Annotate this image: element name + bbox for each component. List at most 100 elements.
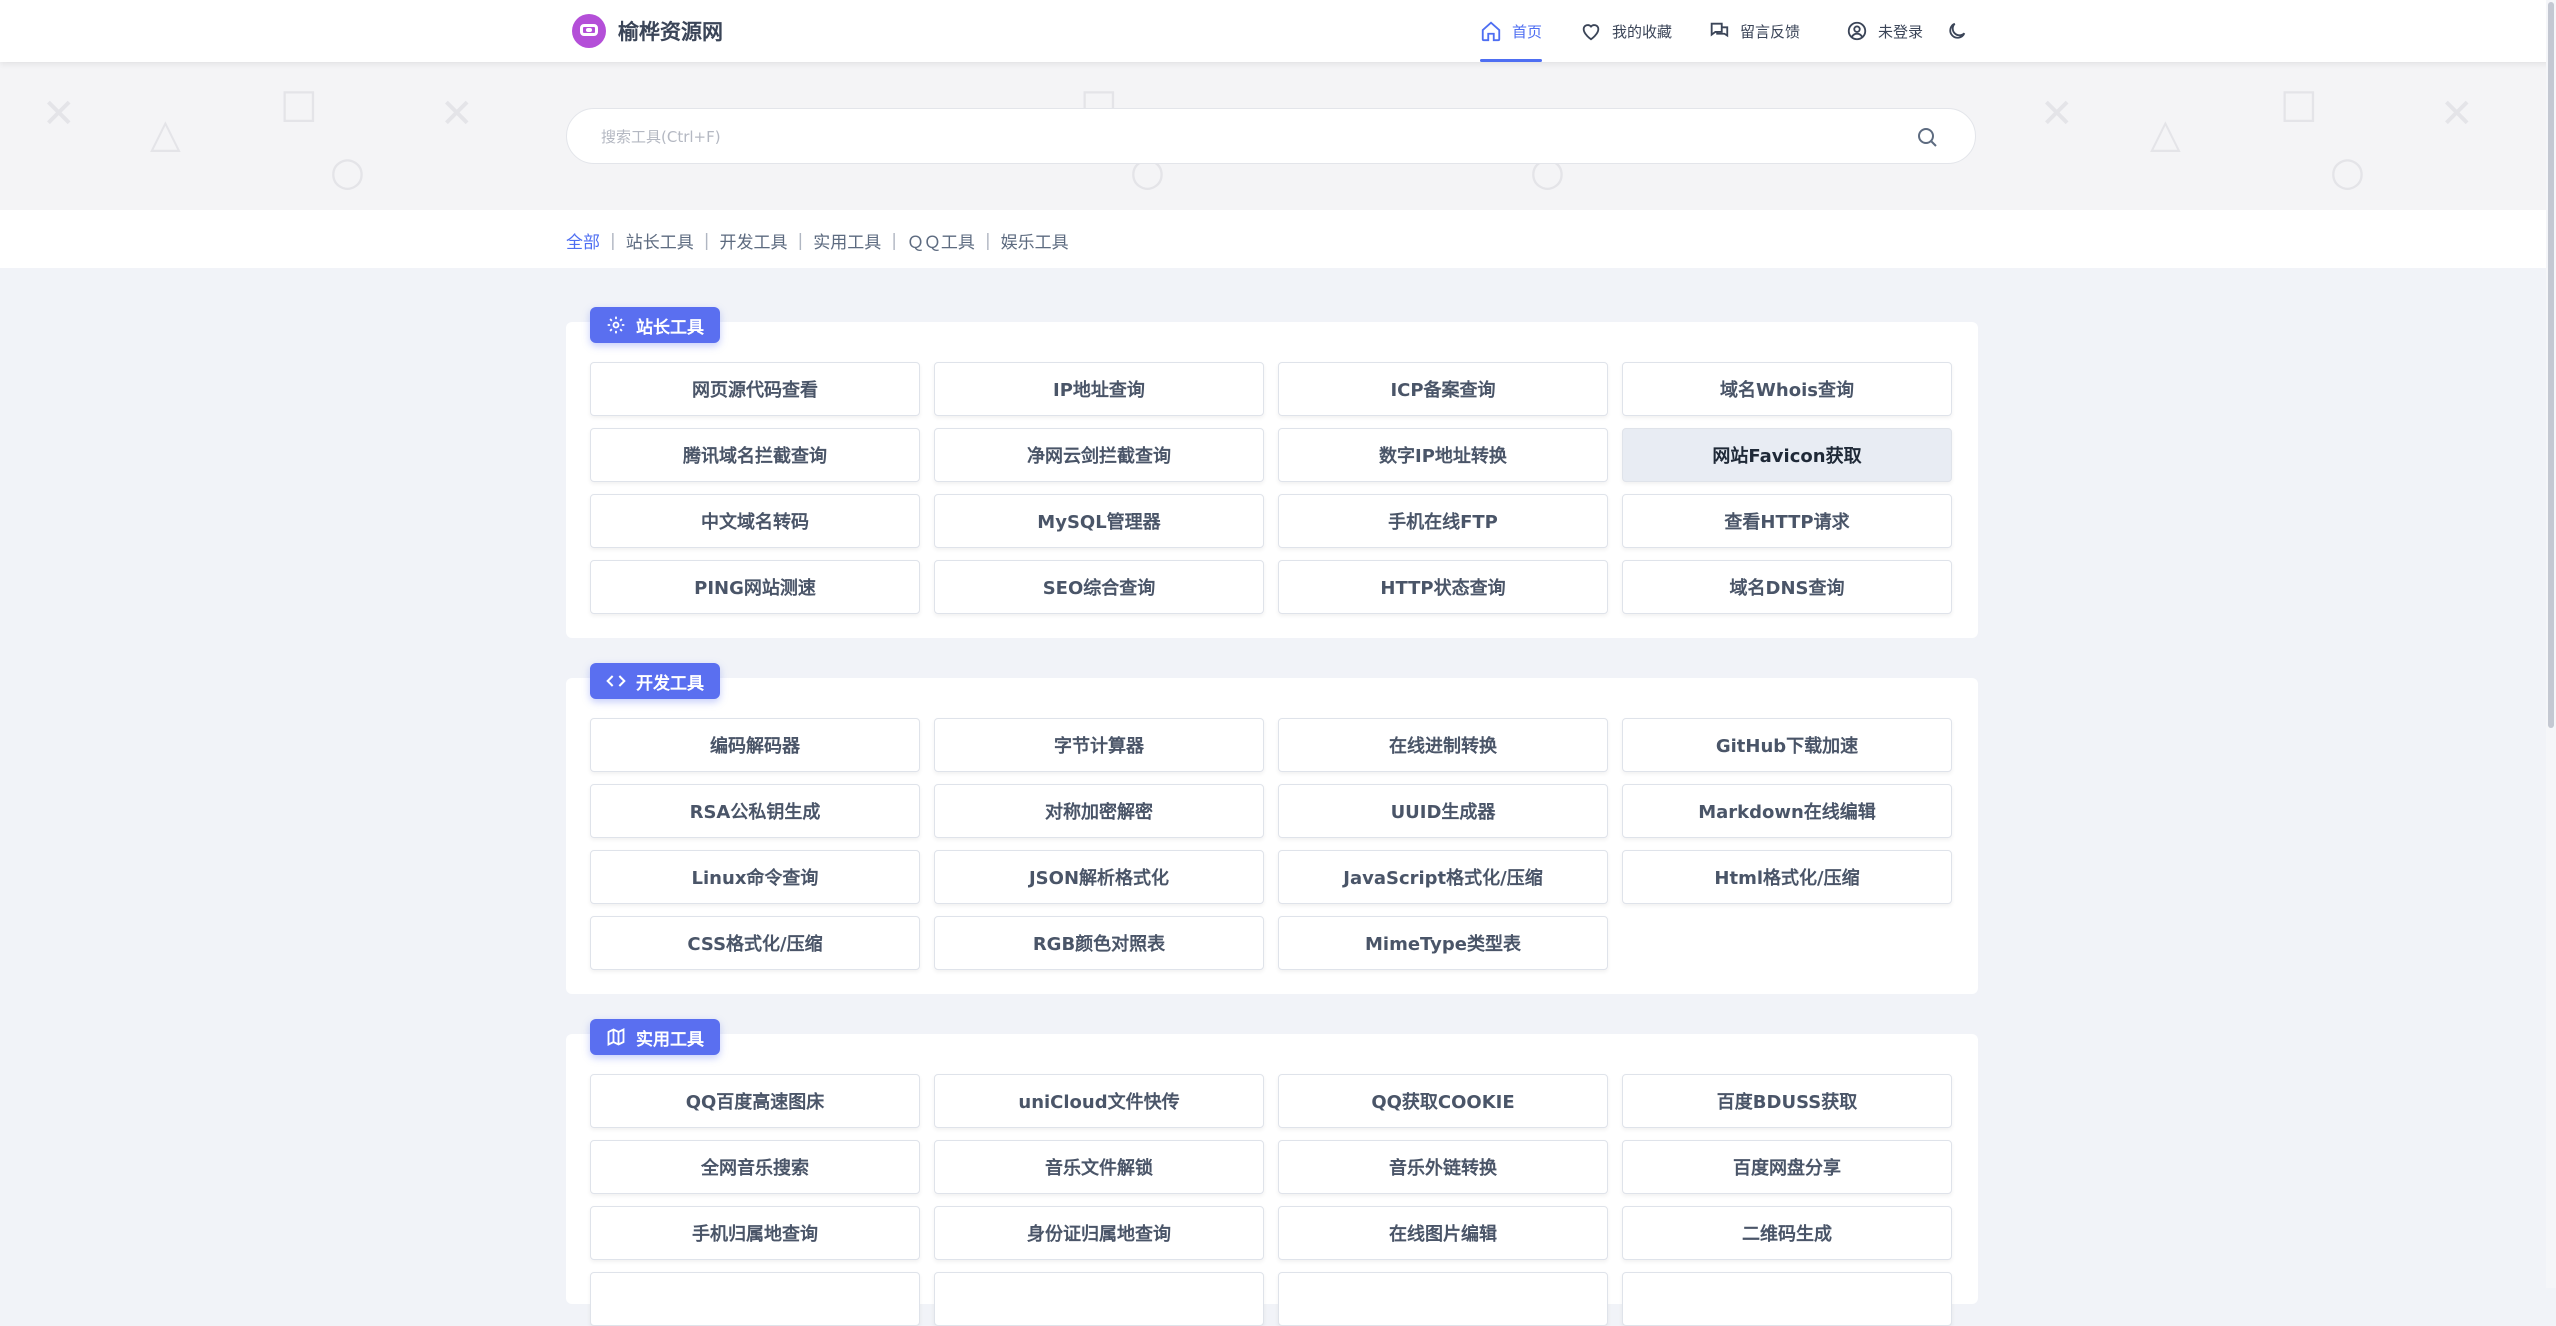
- tool-card[interactable]: 腾讯域名拦截查询: [590, 428, 920, 482]
- tool-card[interactable]: 在线图片编辑: [1278, 1206, 1608, 1260]
- search-hero: ✕ △ □ ○ ✕ □ ○ ○ ✕ △ □ ○ ✕: [0, 62, 2556, 210]
- tool-card[interactable]: IP地址查询: [934, 362, 1264, 416]
- tool-card[interactable]: RGB颜色对照表: [934, 916, 1264, 970]
- tool-card[interactable]: 全网音乐搜索: [590, 1140, 920, 1194]
- decor-square-icon: □: [2280, 81, 2318, 127]
- gear-icon: [606, 315, 626, 335]
- tool-card[interactable]: 身份证归属地查询: [934, 1206, 1264, 1260]
- decor-cross-icon: ✕: [42, 91, 76, 137]
- decor-triangle-icon: △: [150, 111, 181, 157]
- tool-card[interactable]: 域名DNS查询: [1622, 560, 1952, 614]
- tool-card[interactable]: CSS格式化/压缩: [590, 916, 920, 970]
- tool-card-partial[interactable]: [1622, 1272, 1952, 1326]
- nav-favorites-label: 我的收藏: [1612, 22, 1673, 41]
- section-tag-webmaster: 站长工具: [590, 307, 720, 343]
- tool-card[interactable]: Linux命令查询: [590, 850, 920, 904]
- tool-card[interactable]: HTTP状态查询: [1278, 560, 1608, 614]
- category-webmaster[interactable]: 站长工具: [626, 228, 694, 253]
- divider: |: [984, 230, 991, 251]
- section-title: 实用工具: [636, 1029, 704, 1050]
- tool-card[interactable]: 净网云剑拦截查询: [934, 428, 1264, 482]
- decor-square-icon: □: [280, 81, 318, 127]
- tool-card[interactable]: 查看HTTP请求: [1622, 494, 1952, 548]
- tool-card[interactable]: 网站Favicon获取: [1622, 428, 1952, 482]
- divider: |: [610, 230, 616, 251]
- nav-feedback[interactable]: 留言反馈: [1708, 0, 1800, 62]
- tool-card[interactable]: QQ百度高速图床: [590, 1074, 920, 1128]
- tool-card[interactable]: 在线进制转换: [1278, 718, 1608, 772]
- tool-card[interactable]: 域名Whois查询: [1622, 362, 1952, 416]
- page-scrollbar[interactable]: [2546, 0, 2556, 1288]
- tool-card[interactable]: RSA公私钥生成: [590, 784, 920, 838]
- category-all[interactable]: 全部: [566, 228, 600, 253]
- tool-card[interactable]: MySQL管理器: [934, 494, 1264, 548]
- decor-cross-icon: ✕: [440, 91, 474, 137]
- tool-card[interactable]: 编码解码器: [590, 718, 920, 772]
- divider: |: [703, 230, 710, 251]
- decor-cross-icon: ✕: [2040, 91, 2074, 137]
- chat-bubbles-icon: [1708, 20, 1730, 42]
- section-webmaster: 网页源代码查看 IP地址查询 ICP备案查询 域名Whois查询 腾讯域名拦截查…: [566, 322, 1978, 638]
- tool-card[interactable]: 音乐文件解锁: [934, 1140, 1264, 1194]
- nav-feedback-label: 留言反馈: [1740, 22, 1801, 41]
- tool-card[interactable]: JSON解析格式化: [934, 850, 1264, 904]
- category-qq[interactable]: ＱＱ工具: [907, 228, 975, 253]
- nav-login[interactable]: 未登录: [1846, 0, 1923, 62]
- tool-card[interactable]: 数字IP地址转换: [1278, 428, 1608, 482]
- search-input[interactable]: [599, 123, 1903, 151]
- tool-card[interactable]: 中文域名转码: [590, 494, 920, 548]
- brand-name: 榆桦资源网: [618, 20, 723, 44]
- search-box: [566, 108, 1976, 164]
- tool-card[interactable]: uniCloud文件快传: [934, 1074, 1264, 1128]
- heart-icon: [1580, 20, 1602, 42]
- moon-icon: [1946, 20, 1968, 42]
- tool-card[interactable]: SEO综合查询: [934, 560, 1264, 614]
- section-title: 站长工具: [636, 317, 704, 338]
- tool-card[interactable]: UUID生成器: [1278, 784, 1608, 838]
- nav-favorites[interactable]: 我的收藏: [1580, 0, 1672, 62]
- divider: |: [891, 230, 897, 251]
- brand-logo-icon: [572, 14, 606, 48]
- brand[interactable]: 榆桦资源网: [572, 12, 723, 50]
- tool-card[interactable]: Markdown在线编辑: [1622, 784, 1952, 838]
- tool-card[interactable]: 百度BDUSS获取: [1622, 1074, 1952, 1128]
- category-utility[interactable]: 实用工具: [813, 228, 881, 253]
- tool-card[interactable]: ICP备案查询: [1278, 362, 1608, 416]
- user-circle-icon: [1846, 20, 1868, 42]
- tool-card[interactable]: 网页源代码查看: [590, 362, 920, 416]
- tool-card[interactable]: 对称加密解密: [934, 784, 1264, 838]
- category-filter: 全部 | 站长工具 | 开发工具 | 实用工具 | ＱＱ工具 | 娱乐工具: [566, 228, 1069, 254]
- tool-card-partial[interactable]: [934, 1272, 1264, 1326]
- tool-card[interactable]: 字节计算器: [934, 718, 1264, 772]
- section-utility: QQ百度高速图床 uniCloud文件快传 QQ获取COOKIE 百度BDUSS…: [566, 1034, 1978, 1326]
- tool-card-partial[interactable]: [1278, 1272, 1608, 1326]
- category-dev[interactable]: 开发工具: [719, 228, 787, 253]
- tool-card[interactable]: 二维码生成: [1622, 1206, 1952, 1260]
- nav-home[interactable]: 首页: [1480, 0, 1543, 62]
- divider: |: [797, 230, 804, 251]
- section-tag-utility: 实用工具: [590, 1019, 720, 1055]
- code-icon: [606, 671, 626, 691]
- section-dev: 编码解码器 字节计算器 在线进制转换 GitHub下载加速 RSA公私钥生成 对…: [566, 678, 1978, 994]
- top-navbar: 榆桦资源网 首页 我的收藏 留言反馈 未登录: [0, 0, 2556, 62]
- tool-card[interactable]: QQ获取COOKIE: [1278, 1074, 1608, 1128]
- tool-card[interactable]: PING网站测速: [590, 560, 920, 614]
- tool-card[interactable]: JavaScript格式化/压缩: [1278, 850, 1608, 904]
- tool-card[interactable]: Html格式化/压缩: [1622, 850, 1952, 904]
- section-title: 开发工具: [636, 673, 704, 694]
- scrollbar-thumb[interactable]: [2548, 2, 2554, 728]
- tool-card[interactable]: 手机归属地查询: [590, 1206, 920, 1260]
- tool-card[interactable]: 手机在线FTP: [1278, 494, 1608, 548]
- search-icon[interactable]: [1915, 125, 1939, 149]
- map-icon: [606, 1027, 626, 1047]
- decor-triangle-icon: △: [2150, 111, 2181, 157]
- tool-card[interactable]: 音乐外链转换: [1278, 1140, 1608, 1194]
- tool-card-partial[interactable]: [590, 1272, 920, 1326]
- theme-toggle[interactable]: [1946, 0, 1978, 62]
- tool-card[interactable]: MimeType类型表: [1278, 916, 1608, 970]
- tool-card[interactable]: GitHub下载加速: [1622, 718, 1952, 772]
- nav-home-label: 首页: [1512, 22, 1543, 41]
- tool-card[interactable]: 百度网盘分享: [1622, 1140, 1952, 1194]
- decor-circle-icon: ○: [330, 149, 365, 195]
- category-fun[interactable]: 娱乐工具: [1001, 228, 1069, 253]
